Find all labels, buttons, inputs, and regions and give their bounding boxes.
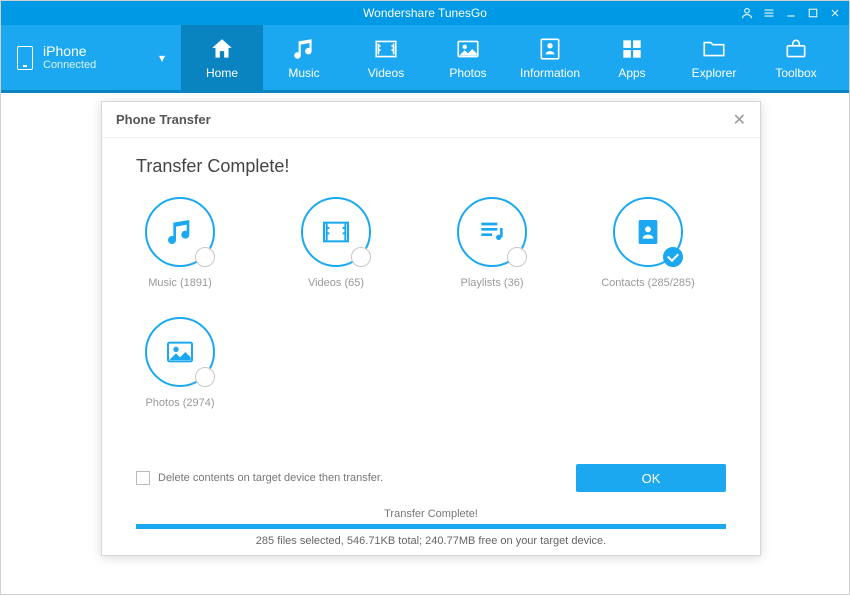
app-title: Wondershare TunesGo <box>363 6 487 20</box>
delete-option-label: Delete contents on target device then tr… <box>158 472 383 484</box>
transfer-summary: 285 files selected, 546.71KB total; 240.… <box>136 529 726 555</box>
nav-home[interactable]: Home <box>181 25 263 90</box>
close-window-icon[interactable] <box>829 7 841 19</box>
item-music[interactable]: Music (1891) <box>136 197 224 289</box>
dialog-title: Phone Transfer <box>116 112 211 127</box>
music-icon <box>164 216 196 248</box>
nav-photos-label: Photos <box>449 66 486 80</box>
close-icon[interactable]: ✕ <box>733 110 746 130</box>
chevron-down-icon: ▾ <box>159 51 165 65</box>
item-photos-label: Photos (2974) <box>145 397 214 409</box>
delete-checkbox[interactable] <box>136 471 150 485</box>
phone-icon <box>17 46 33 70</box>
item-videos[interactable]: Videos (65) <box>292 197 380 289</box>
information-icon <box>537 36 563 62</box>
video-icon <box>320 216 352 248</box>
photos-icon <box>455 36 481 62</box>
item-playlists-label: Playlists (36) <box>461 277 524 289</box>
toolbox-icon <box>783 36 809 62</box>
transfer-status: Transfer Complete! <box>136 504 726 524</box>
explorer-icon <box>701 36 727 62</box>
top-nav: iPhone Connected ▾ Home Music Videos Pho… <box>1 25 849 93</box>
dialog-footer: Delete contents on target device then tr… <box>102 456 760 555</box>
nav-toolbox[interactable]: Toolbox <box>755 25 837 90</box>
device-status: Connected <box>43 59 96 72</box>
video-icon <box>373 36 399 62</box>
user-icon[interactable] <box>741 7 753 19</box>
item-music-label: Music (1891) <box>148 277 212 289</box>
menu-icon[interactable] <box>763 7 775 19</box>
window-controls <box>741 1 841 25</box>
status-badge <box>195 247 215 267</box>
nav-toolbox-label: Toolbox <box>775 66 816 80</box>
item-contacts[interactable]: Contacts (285/285) <box>604 197 692 289</box>
device-name: iPhone <box>43 43 96 60</box>
dialog-heading: Transfer Complete! <box>136 156 726 177</box>
item-playlists[interactable]: Playlists (36) <box>448 197 536 289</box>
ok-button[interactable]: OK <box>576 464 726 492</box>
nav-explorer-label: Explorer <box>692 66 737 80</box>
status-badge <box>351 247 371 267</box>
nav-apps-label: Apps <box>618 66 645 80</box>
dialog-header: Phone Transfer ✕ <box>102 102 760 138</box>
transfer-items: Music (1891) Videos (65) Playlists (36) … <box>136 197 726 437</box>
status-badge <box>507 247 527 267</box>
nav-information[interactable]: Information <box>509 25 591 90</box>
status-badge-check <box>663 247 683 267</box>
contacts-icon <box>632 216 664 248</box>
home-icon <box>209 36 235 62</box>
item-videos-label: Videos (65) <box>308 277 364 289</box>
nav-explorer[interactable]: Explorer <box>673 25 755 90</box>
device-selector[interactable]: iPhone Connected ▾ <box>1 25 181 90</box>
nav-information-label: Information <box>520 66 580 80</box>
item-photos[interactable]: Photos (2974) <box>136 317 224 409</box>
maximize-icon[interactable] <box>807 7 819 19</box>
phone-transfer-dialog: Phone Transfer ✕ Transfer Complete! Musi… <box>101 101 761 556</box>
item-contacts-label: Contacts (285/285) <box>601 277 695 289</box>
nav-music-label: Music <box>288 66 319 80</box>
nav-apps[interactable]: Apps <box>591 25 673 90</box>
nav-videos-label: Videos <box>368 66 404 80</box>
nav-music[interactable]: Music <box>263 25 345 90</box>
apps-icon <box>619 36 645 62</box>
playlist-icon <box>476 216 508 248</box>
nav-photos[interactable]: Photos <box>427 25 509 90</box>
nav-videos[interactable]: Videos <box>345 25 427 90</box>
music-icon <box>291 36 317 62</box>
minimize-icon[interactable] <box>785 7 797 19</box>
nav-home-label: Home <box>206 66 238 80</box>
photos-icon <box>164 336 196 368</box>
status-badge <box>195 367 215 387</box>
titlebar: Wondershare TunesGo <box>1 1 849 25</box>
